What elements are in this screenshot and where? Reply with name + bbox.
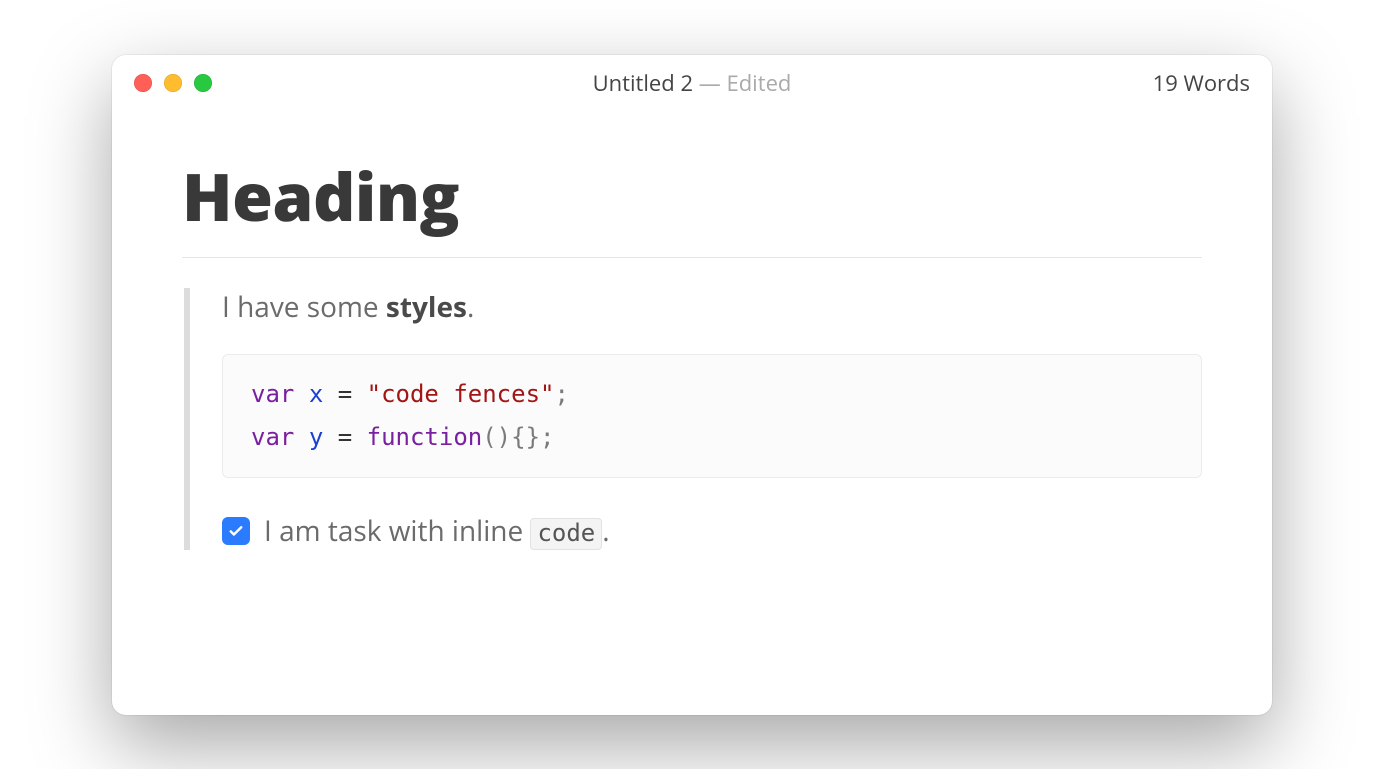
code-punct: ; — [554, 380, 568, 408]
code-fence[interactable]: var x = "code fences"; var y = function(… — [222, 354, 1202, 478]
paragraph[interactable]: I have some styles. — [222, 288, 1202, 326]
title-separator: — — [693, 68, 726, 98]
task-checkbox[interactable] — [222, 517, 250, 545]
app-window: Untitled 2 — Edited 19 Words Heading I h… — [112, 55, 1272, 715]
document-title: Untitled 2 — [593, 68, 693, 98]
task-item[interactable]: I am task with inline code. — [222, 512, 1202, 550]
word-count[interactable]: 19 Words — [1153, 68, 1250, 98]
code-keyword: var — [251, 423, 294, 451]
heading-1[interactable]: Heading — [182, 151, 1202, 251]
code-punct: () — [482, 423, 511, 451]
titlebar: Untitled 2 — Edited 19 Words — [112, 55, 1272, 111]
close-window-button[interactable] — [134, 74, 152, 92]
code-string: "code fences" — [367, 380, 555, 408]
text-run: I am task with inline — [264, 512, 530, 550]
code-identifier: y — [309, 423, 323, 451]
edited-status: Edited — [726, 68, 791, 98]
editor-content[interactable]: Heading I have some styles. var x = "cod… — [112, 111, 1272, 590]
code-punct: {} — [511, 423, 540, 451]
check-icon — [227, 522, 245, 540]
code-keyword: var — [251, 380, 294, 408]
task-text: I am task with inline code. — [264, 512, 610, 550]
window-title: Untitled 2 — Edited — [112, 68, 1272, 98]
blockquote: I have some styles. var x = "code fences… — [184, 288, 1202, 550]
text-run: I have some — [222, 288, 386, 326]
bold-text: styles — [386, 288, 467, 326]
text-run: . — [467, 288, 474, 326]
text-run: . — [602, 512, 609, 550]
code-punct: ; — [540, 423, 554, 451]
code-keyword: function — [367, 423, 483, 451]
horizontal-rule — [182, 257, 1202, 258]
minimize-window-button[interactable] — [164, 74, 182, 92]
code-identifier: x — [309, 380, 323, 408]
inline-code: code — [530, 518, 602, 550]
window-controls — [134, 74, 212, 92]
code-operator: = — [338, 423, 352, 451]
fullscreen-window-button[interactable] — [194, 74, 212, 92]
code-operator: = — [338, 380, 352, 408]
